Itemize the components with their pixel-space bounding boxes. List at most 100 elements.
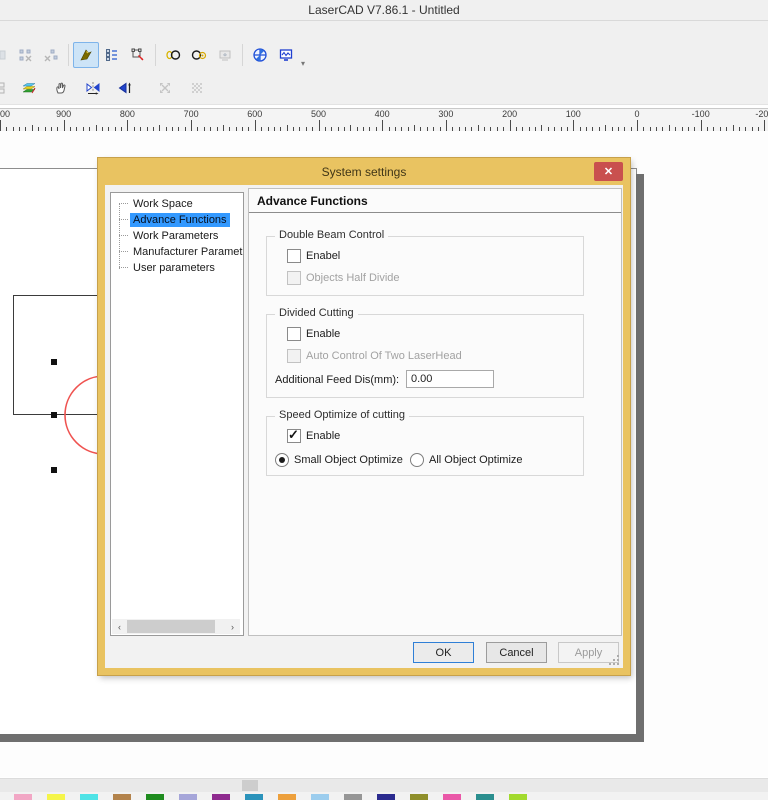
palette-swatch[interactable] <box>443 794 461 800</box>
mirror-vertical-icon[interactable] <box>112 75 138 101</box>
checkbox-box <box>287 429 301 443</box>
ruler-label: 1000 <box>0 109 10 119</box>
scroll-left-icon[interactable]: ‹ <box>112 619 127 634</box>
radio-circle <box>410 453 424 467</box>
palette-swatch[interactable] <box>377 794 395 800</box>
object-properties-icon[interactable] <box>99 42 125 68</box>
dither-pattern-icon[interactable] <box>184 75 210 101</box>
ok-button[interactable]: OK <box>413 642 474 663</box>
checkbox-box <box>287 249 301 263</box>
circle-target-icon[interactable] <box>186 42 212 68</box>
checkbox-label: Enable <box>306 328 340 340</box>
scroll-thumb[interactable] <box>242 780 258 791</box>
advance-functions-panel: Advance Functions Double Beam Control En… <box>248 188 622 636</box>
checkbox-box <box>287 349 301 363</box>
page-shadow-right <box>636 174 644 742</box>
tree-item[interactable]: Work Space <box>111 196 243 212</box>
group-double-beam-control: Double Beam Control Enabel Objects Half … <box>266 236 584 296</box>
color-palette <box>0 792 768 800</box>
clipped-icon <box>0 42 12 68</box>
toolbar-main: ▾ <box>0 38 768 71</box>
group-speed-optimize: Speed Optimize of cutting Enable Small O… <box>266 416 584 476</box>
palette-swatch[interactable] <box>80 794 98 800</box>
send-to-machine-icon[interactable] <box>212 42 238 68</box>
divided-enable-checkbox[interactable]: Enable <box>287 327 340 341</box>
tree-item[interactable]: Manufacturer Paramet <box>111 244 243 260</box>
page-shadow-bottom <box>0 734 644 742</box>
tree-connector <box>119 267 128 269</box>
tree-item-label: Work Parameters <box>130 229 221 243</box>
ruler-label: 600 <box>247 109 262 119</box>
pan-hand-icon[interactable] <box>48 75 74 101</box>
tree-item[interactable]: User parameters <box>111 260 243 276</box>
palette-swatch[interactable] <box>146 794 164 800</box>
small-object-optimize-radio[interactable]: Small Object Optimize <box>275 453 403 467</box>
globe-icon[interactable] <box>247 42 273 68</box>
clipped-icon <box>0 75 10 101</box>
palette-swatch[interactable] <box>47 794 65 800</box>
pick-tool-icon[interactable] <box>73 42 99 68</box>
close-icon[interactable]: ✕ <box>594 162 623 181</box>
ruler-label: 100 <box>566 109 581 119</box>
delete-nodes-icon[interactable] <box>38 42 64 68</box>
selection-handle[interactable] <box>51 359 57 365</box>
tree-connector <box>119 219 128 221</box>
tree-horizontal-scrollbar[interactable]: ‹ › <box>112 619 240 634</box>
scroll-right-icon[interactable]: › <box>225 619 240 634</box>
objects-half-divide-checkbox: Objects Half Divide <box>287 271 400 285</box>
palette-swatch[interactable] <box>476 794 494 800</box>
radio-label: All Object Optimize <box>429 454 523 466</box>
palette-swatch[interactable] <box>14 794 32 800</box>
lasercad-window: LaserCAD V7.86.1 - Untitled ▾ <box>0 0 768 800</box>
palette-swatch[interactable] <box>212 794 230 800</box>
enabel-checkbox[interactable]: Enabel <box>287 249 340 263</box>
palette-swatch[interactable] <box>113 794 131 800</box>
palette-swatch[interactable] <box>179 794 197 800</box>
all-object-optimize-radio[interactable]: All Object Optimize <box>410 453 523 467</box>
scroll-thumb[interactable] <box>127 620 215 633</box>
palette-swatch[interactable] <box>311 794 329 800</box>
mirror-horizontal-icon[interactable] <box>80 75 106 101</box>
group-divided-cutting: Divided Cutting Enable Auto Control Of T… <box>266 314 584 398</box>
tree-item[interactable]: Work Parameters <box>111 228 243 244</box>
ruler-label: 900 <box>56 109 71 119</box>
selection-handle[interactable] <box>51 412 57 418</box>
window-titlebar: LaserCAD V7.86.1 - Untitled <box>0 0 768 21</box>
ruler-label: 500 <box>311 109 326 119</box>
resize-grip[interactable] <box>608 654 620 666</box>
tree-connector <box>119 235 128 237</box>
layers-icon[interactable] <box>16 75 42 101</box>
palette-swatch[interactable] <box>344 794 362 800</box>
canvas-horizontal-scrollbar[interactable] <box>0 778 768 792</box>
ruler-label: -200 <box>755 109 768 119</box>
toolbar-separator <box>68 44 69 66</box>
speed-enable-checkbox[interactable]: Enable <box>287 429 340 443</box>
palette-swatch[interactable] <box>278 794 296 800</box>
edit-nodes-icon[interactable] <box>12 42 38 68</box>
tree-item-label: User parameters <box>130 261 218 275</box>
circle-tool-icon[interactable] <box>160 42 186 68</box>
preview-monitor-icon[interactable] <box>273 42 299 68</box>
checkbox-label: Auto Control Of Two LaserHead <box>306 350 462 362</box>
toolbar-overflow-chevron[interactable]: ▾ <box>301 59 305 68</box>
palette-swatch[interactable] <box>410 794 428 800</box>
tree-list: Work SpaceAdvance FunctionsWork Paramete… <box>111 196 243 276</box>
scale-icon[interactable] <box>152 75 178 101</box>
checkbox-box <box>287 327 301 341</box>
checkbox-box <box>287 271 301 285</box>
auto-control-two-laserhead-checkbox: Auto Control Of Two LaserHead <box>287 349 462 363</box>
node-edit-icon[interactable] <box>125 42 151 68</box>
tree-connector <box>119 251 128 253</box>
settings-tree: Work SpaceAdvance FunctionsWork Paramete… <box>110 192 244 636</box>
palette-swatch[interactable] <box>245 794 263 800</box>
tree-item[interactable]: Advance Functions <box>111 212 243 228</box>
checkbox-label: Enable <box>306 430 340 442</box>
dialog-titlebar[interactable]: System settings <box>98 158 630 185</box>
group-title: Double Beam Control <box>275 229 388 241</box>
additional-feed-input[interactable] <box>406 370 494 388</box>
selection-handle[interactable] <box>51 467 57 473</box>
menu-strip <box>0 21 768 38</box>
cancel-button[interactable]: Cancel <box>486 642 547 663</box>
ruler-label: 300 <box>438 109 453 119</box>
palette-swatch[interactable] <box>509 794 527 800</box>
